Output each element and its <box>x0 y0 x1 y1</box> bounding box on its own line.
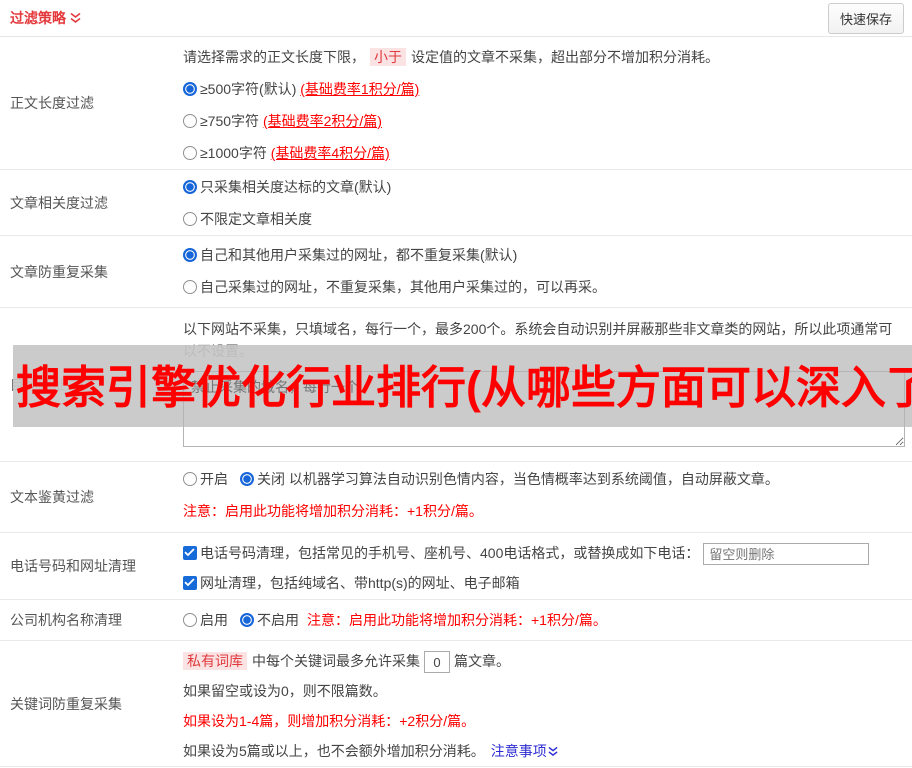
quick-save-button[interactable]: 快速保存 <box>827 2 904 34</box>
radio-off-icon[interactable] <box>183 280 197 294</box>
radio-off-icon[interactable] <box>183 212 197 226</box>
private-thesaurus-highlight: 私有词库 <box>183 652 247 670</box>
label-content-length-filter: 正文长度过滤 <box>10 95 94 111</box>
radio-off-icon[interactable] <box>183 472 197 486</box>
label-company-name-clean: 公司机构名称清理 <box>10 612 122 628</box>
keyword-dedup-content: 私有词库中每个关键词最多允许采集 篇文章。 如果留空或设为0，则不限篇数。 如果设… <box>183 641 912 766</box>
intro-post: 设定值的文章不采集，超出部分不增加积分消耗。 <box>411 49 719 65</box>
radio-option-porn-off[interactable]: 关闭 <box>240 471 285 487</box>
keyword-limit-text: 中每个关键词最多允许采集 <box>252 653 420 669</box>
label-porn-text-filter: 文本鉴黄过滤 <box>10 489 94 505</box>
radio-on-icon[interactable] <box>183 82 197 96</box>
checkbox-checked-icon[interactable] <box>183 546 197 560</box>
notice-link-label: 注意事项 <box>490 743 547 759</box>
radio-option-min1000[interactable]: ≥1000字符 (基础费率4积分/篇) <box>183 143 904 164</box>
row-relevance-filter: 文章相关度过滤 只采集相关度达标的文章(默认) 不限定文章相关度 <box>0 170 912 236</box>
option-label: ≥500字符(默认) <box>200 81 297 97</box>
option-label: 不启用 <box>257 612 299 628</box>
checkbox-option-phone-clean[interactable]: 电话号码清理，包括常见的手机号、座机号、400电话格式，或替换成如下电话： <box>183 541 904 566</box>
intro-highlight-lessthan: 小于 <box>370 48 406 66</box>
option-label: ≥1000字符 <box>200 145 267 161</box>
option-fee: (基础费率4积分/篇) <box>270 145 390 161</box>
radio-on-icon[interactable] <box>240 613 254 627</box>
option-label: 不限定文章相关度 <box>200 211 312 227</box>
keyword-note-cost: 如果设为1-4篇，则增加积分消耗：+2积分/篇。 <box>183 713 476 729</box>
dedup-options: 自己和其他用户采集过的网址，都不重复采集(默认) 自己采集过的网址，不重复采集，… <box>183 236 912 307</box>
radio-off-icon[interactable] <box>183 114 197 128</box>
keyword-note-unlimited: 如果留空或设为0，则不限篇数。 <box>183 683 387 699</box>
radio-off-icon[interactable] <box>183 613 197 627</box>
radio-option-min500[interactable]: ≥500字符(默认) (基础费率1积分/篇) <box>183 79 904 100</box>
keyword-limit-input[interactable] <box>424 651 450 674</box>
filter-strategy-title-label: 过滤策略 <box>10 10 66 26</box>
radio-option-relevance-only[interactable]: 只采集相关度达标的文章(默认) <box>183 177 904 198</box>
content-length-options: 请选择需求的正文长度下限， 小于 设定值的文章不采集，超出部分不增加积分消耗。 ≥5… <box>183 37 912 169</box>
company-clean-options: 启用 不启用 注意：启用此功能将增加积分消耗：+1积分/篇。 <box>183 600 912 640</box>
radio-on-icon[interactable] <box>240 472 254 486</box>
row-phone-url-clean: 电话号码和网址清理 电话号码清理，包括常见的手机号、座机号、400电话格式，或替… <box>0 533 912 600</box>
label-keyword-dedup: 关键词防重复采集 <box>10 695 122 712</box>
label-dedup-collect: 文章防重复采集 <box>10 263 108 280</box>
keyword-note-extra: 如果设为5篇或以上，也不会额外增加积分消耗。 注意事项 <box>183 741 904 762</box>
domain-blacklist-textarea[interactable] <box>183 371 905 447</box>
phone-replace-input[interactable] <box>703 543 870 566</box>
radio-on-icon[interactable] <box>183 248 197 262</box>
radio-option-dedup-all[interactable]: 自己和其他用户采集过的网址，都不重复采集(默认) <box>183 245 904 266</box>
clean-options: 电话号码清理，包括常见的手机号、座机号、400电话格式，或替换成如下电话： 网址… <box>183 533 912 599</box>
option-label: ≥750字符 <box>200 113 260 129</box>
radio-option-company-on[interactable]: 启用 <box>183 610 228 630</box>
company-clean-note: 注意：启用此功能将增加积分消耗：+1积分/篇。 <box>307 612 607 628</box>
option-label: 自己和其他用户采集过的网址，都不重复采集(默认) <box>200 247 518 263</box>
radio-option-relevance-any[interactable]: 不限定文章相关度 <box>183 209 904 230</box>
option-label: 只采集相关度达标的文章(默认) <box>200 179 392 195</box>
target-url-content: 以下网站不采集，只填域名，每行一个，最多200个。系统会自动识别并屏蔽那些非文章… <box>183 308 912 461</box>
porn-filter-note: 注意：启用此功能将增加积分消耗：+1积分/篇。 <box>183 503 483 519</box>
option-label: 关闭 <box>257 471 285 487</box>
radio-option-company-off[interactable]: 不启用 <box>240 610 299 630</box>
option-label: 电话号码清理，包括常见的手机号、座机号、400电话格式，或替换成如下电话： <box>200 545 700 561</box>
checkbox-checked-icon[interactable] <box>183 576 197 590</box>
relevance-options: 只采集相关度达标的文章(默认) 不限定文章相关度 <box>183 170 912 235</box>
radio-option-dedup-self[interactable]: 自己采集过的网址，不重复采集，其他用户采集过的，可以再采。 <box>183 277 904 298</box>
option-label: 自己采集过的网址，不重复采集，其他用户采集过的，可以再采。 <box>200 279 606 295</box>
row-dedup-collect: 文章防重复采集 自己和其他用户采集过的网址，都不重复采集(默认) 自己采集过的网… <box>0 236 912 308</box>
row-keyword-dedup: 关键词防重复采集 私有词库中每个关键词最多允许采集 篇文章。 如果留空或设为0，则… <box>0 641 912 767</box>
intro-pre: 请选择需求的正文长度下限， <box>183 49 365 65</box>
porn-filter-description: 以机器学习算法自动识别色情内容，当色情概率达到系统阈值，自动屏蔽文章。 <box>288 471 779 487</box>
row-porn-text-filter: 文本鉴黄过滤 开启 关闭 以机器学习算法自动识别色情内容，当色情概率达到系统阈值，… <box>0 462 912 533</box>
label-relevance-filter: 文章相关度过滤 <box>10 194 108 211</box>
radio-off-icon[interactable] <box>183 146 197 160</box>
label-phone-url-clean: 电话号码和网址清理 <box>10 558 136 574</box>
filter-strategy-title[interactable]: 过滤策略 <box>10 8 81 28</box>
notice-link[interactable]: 注意事项 <box>491 741 559 762</box>
row-content-length-filter: 正文长度过滤 请选择需求的正文长度下限， 小于 设定值的文章不采集，超出部分不增加积… <box>0 37 912 170</box>
radio-option-min750[interactable]: ≥750字符 (基础费率2积分/篇) <box>183 111 904 132</box>
notice-chevron-icon <box>548 746 559 758</box>
row-company-name-clean: 公司机构名称清理 启用 不启用 注意：启用此功能将增加积分消耗：+1积分/篇。 <box>0 600 912 641</box>
option-fee: (基础费率2积分/篇) <box>262 113 382 129</box>
option-label: 启用 <box>200 612 228 628</box>
option-label: 开启 <box>200 471 228 487</box>
content-length-intro: 请选择需求的正文长度下限， 小于 设定值的文章不采集，超出部分不增加积分消耗。 <box>183 47 904 68</box>
option-fee: (基础费率1积分/篇) <box>300 81 420 97</box>
radio-option-porn-on[interactable]: 开启 <box>183 471 228 487</box>
keyword-note-extra-text: 如果设为5篇或以上，也不会额外增加积分消耗。 <box>183 743 485 759</box>
porn-filter-options: 开启 关闭 以机器学习算法自动识别色情内容，当色情概率达到系统阈值，自动屏蔽文章。… <box>183 462 912 532</box>
filter-strategy-page: 过滤策略 快速保存 正文长度过滤 请选择需求的正文长度下限， 小于 设定值的文章不采… <box>0 0 912 768</box>
radio-on-icon[interactable] <box>183 180 197 194</box>
checkbox-option-url-clean[interactable]: 网址清理，包括纯域名、带http(s)的网址、电子邮箱 <box>183 571 904 595</box>
keyword-limit-unit: 篇文章。 <box>454 653 510 669</box>
page-header: 过滤策略 快速保存 <box>0 0 912 37</box>
option-label: 网址清理，包括纯域名、带http(s)的网址、电子邮箱 <box>200 575 520 591</box>
collapse-chevron-icon <box>70 12 81 24</box>
